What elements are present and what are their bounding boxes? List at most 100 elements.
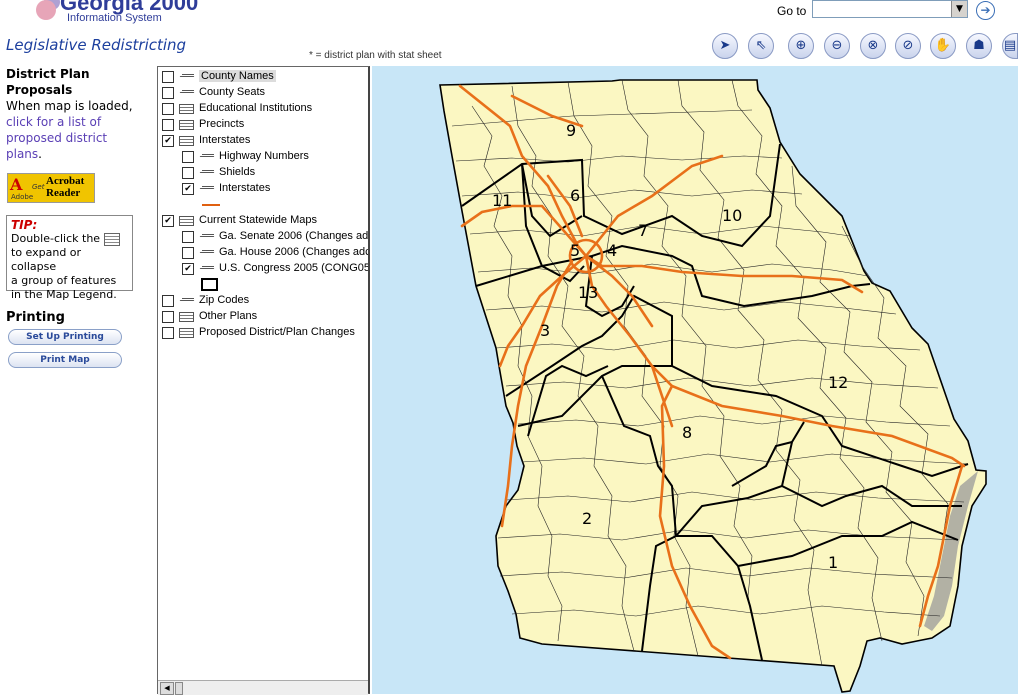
- georgia-map[interactable]: 9 11 6 10 5 7 4 3 12 8 2 1 13: [372, 66, 1018, 694]
- acrobat-name: Acrobat: [46, 175, 85, 187]
- legend-checkbox[interactable]: [182, 247, 194, 259]
- legend-item[interactable]: Proposed District/Plan Changes: [158, 325, 368, 341]
- legend-item[interactable]: Precincts: [158, 117, 368, 133]
- print-icon[interactable]: ▤: [1002, 33, 1018, 59]
- legend-checkbox[interactable]: [162, 119, 174, 131]
- layer-group-icon[interactable]: [179, 104, 194, 114]
- legend-item[interactable]: Ga. Senate 2006 (Changes ad: [158, 229, 368, 245]
- district-label: 12: [828, 373, 848, 392]
- layer-group-icon[interactable]: [179, 136, 194, 146]
- district-label: 13: [578, 283, 598, 302]
- legend-item-label[interactable]: Zip Codes: [199, 294, 249, 306]
- dropdown-arrow-icon[interactable]: ▼: [951, 1, 967, 17]
- legend-item[interactable]: Shields: [158, 165, 368, 181]
- page-title: Legislative Redistricting: [6, 36, 187, 54]
- legend-checkbox[interactable]: [162, 87, 174, 99]
- layer-line-icon: [199, 152, 215, 161]
- legend-checkbox[interactable]: ✔: [182, 183, 194, 195]
- layer-line-icon: [199, 248, 215, 257]
- legend-checkbox[interactable]: [162, 311, 174, 323]
- layer-group-icon[interactable]: [179, 312, 194, 322]
- legend-checkbox[interactable]: [162, 327, 174, 339]
- legend-item[interactable]: Other Plans: [158, 309, 368, 325]
- interstate-symbol-icon: [202, 204, 220, 206]
- legend-item[interactable]: Ga. House 2006 (Changes adc: [158, 245, 368, 261]
- map-view[interactable]: 9 11 6 10 5 7 4 3 12 8 2 1 13: [372, 66, 1018, 694]
- layer-line-icon: [179, 296, 195, 305]
- acrobat-reader-text: Acrobat Reader: [46, 175, 84, 199]
- legend-item-label[interactable]: Educational Institutions: [199, 102, 312, 114]
- legend-checkbox[interactable]: [182, 151, 194, 163]
- brand-subtitle: Information System: [67, 12, 162, 24]
- legend-item-label[interactable]: County Names: [199, 70, 276, 82]
- legend-item-label[interactable]: Highway Numbers: [219, 150, 309, 162]
- acrobat-get-text: Get: [32, 183, 45, 191]
- pan-hand-icon[interactable]: ✋: [930, 33, 956, 59]
- tip-line1: Double-click the: [11, 232, 101, 245]
- district-label: 6: [570, 186, 580, 205]
- select-arrow-icon[interactable]: ➤: [712, 33, 738, 59]
- select-pointer-icon[interactable]: ⇖: [748, 33, 774, 59]
- legend-item-label[interactable]: County Seats: [199, 86, 265, 98]
- legend-item-label[interactable]: Current Statewide Maps: [199, 214, 317, 226]
- district-label: 2: [582, 509, 592, 528]
- legend-item[interactable]: Highway Numbers: [158, 149, 368, 165]
- setup-printing-button[interactable]: Set Up Printing: [8, 329, 122, 345]
- legend-item-label[interactable]: Precincts: [199, 118, 244, 130]
- legend-checkbox[interactable]: ✔: [162, 135, 174, 147]
- legend-item[interactable]: County Seats: [158, 85, 368, 101]
- legend-item[interactable]: ✔ U.S. Congress 2005 (CONG05: [158, 261, 368, 277]
- legend-item-label[interactable]: Proposed District/Plan Changes: [199, 326, 355, 338]
- zoom-previous-icon[interactable]: ⊘: [895, 33, 921, 59]
- legend-item[interactable]: Zip Codes: [158, 293, 368, 309]
- legend-item[interactable]: ✔ Interstates: [158, 181, 368, 197]
- district-plan-heading-2: Proposals: [6, 83, 73, 97]
- legend-item-label[interactable]: Interstates: [219, 182, 270, 194]
- legend-checkbox[interactable]: ✔: [162, 215, 174, 227]
- legend-item[interactable]: Educational Institutions: [158, 101, 368, 117]
- tip-line4: in the Map Legend.: [11, 288, 117, 301]
- layer-group-icon[interactable]: [179, 120, 194, 130]
- layer-group-icon[interactable]: [179, 328, 194, 338]
- proposed-plans-link[interactable]: click for a list of proposed district pl…: [6, 114, 151, 162]
- proposed-plans-link-line2[interactable]: proposed district: [6, 130, 151, 146]
- map-legend-panel: County Names County Seats Educational Inst…: [157, 66, 370, 694]
- legend-item-label[interactable]: Shields: [219, 166, 255, 178]
- zoom-extent-icon[interactable]: ⊗: [860, 33, 886, 59]
- district-label: 7: [638, 221, 648, 240]
- link-period: .: [38, 147, 42, 161]
- legend-checkbox[interactable]: [182, 167, 194, 179]
- district-label: 5: [570, 241, 580, 260]
- get-acrobat-reader-button[interactable]: A Adobe Get Acrobat Reader: [7, 173, 95, 203]
- legend-checkbox[interactable]: [162, 295, 174, 307]
- print-map-button[interactable]: Print Map: [8, 352, 122, 368]
- legend-item-label[interactable]: Other Plans: [199, 310, 257, 322]
- legend-checkbox[interactable]: ✔: [182, 263, 194, 275]
- goto-select[interactable]: ▼: [812, 0, 968, 18]
- legend-horizontal-scrollbar[interactable]: ◀: [158, 680, 368, 695]
- legend-checkbox[interactable]: [182, 231, 194, 243]
- goto-go-button[interactable]: ➔: [976, 1, 995, 20]
- identify-georgia-icon[interactable]: ☗: [966, 33, 992, 59]
- scroll-thumb[interactable]: [175, 682, 183, 695]
- tip-box: TIP: Double-click the to expand or colla…: [6, 215, 133, 301]
- layer-group-icon[interactable]: [179, 216, 194, 226]
- zoom-in-icon[interactable]: ⊕: [788, 33, 814, 59]
- legend-item-label[interactable]: Ga. Senate 2006 (Changes ad: [219, 230, 368, 242]
- legend-checkbox[interactable]: [162, 71, 174, 83]
- proposed-plans-link-line3[interactable]: plans: [6, 147, 38, 161]
- district-label: 9: [566, 121, 576, 140]
- legend-item[interactable]: ✔ Interstates: [158, 133, 368, 149]
- district-boundary-symbol-icon: [201, 278, 218, 291]
- legend-item[interactable]: ✔ Current Statewide Maps: [158, 213, 368, 229]
- legend-item-label[interactable]: Interstates: [199, 134, 250, 146]
- legend-item[interactable]: County Names: [158, 69, 368, 85]
- proposed-plans-link-line1[interactable]: click for a list of: [6, 114, 151, 130]
- legend-item-label[interactable]: Ga. House 2006 (Changes adc: [219, 246, 368, 258]
- scroll-left-icon[interactable]: ◀: [160, 682, 174, 695]
- zoom-out-icon[interactable]: ⊖: [824, 33, 850, 59]
- layer-line-icon: [179, 88, 195, 97]
- tip-title: TIP:: [11, 218, 38, 232]
- legend-item-label[interactable]: U.S. Congress 2005 (CONG05: [219, 262, 368, 274]
- legend-checkbox[interactable]: [162, 103, 174, 115]
